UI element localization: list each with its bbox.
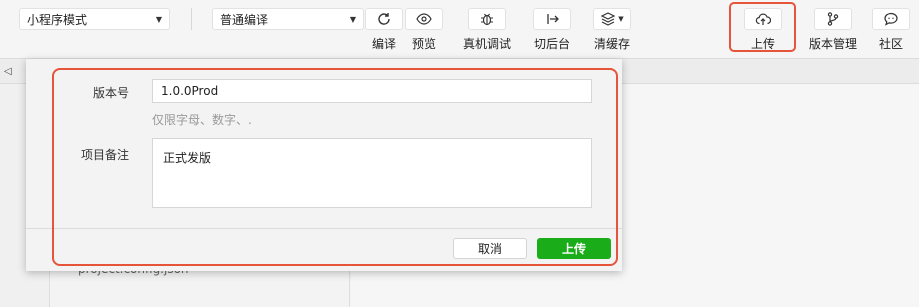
mode-select-value: 小程序模式 bbox=[27, 12, 88, 27]
remote-debug-button[interactable]: 真机调试 bbox=[463, 8, 511, 52]
chevron-down-icon: ▼ bbox=[618, 15, 624, 23]
bug-icon bbox=[481, 13, 493, 26]
preview-label: 预览 bbox=[411, 37, 436, 51]
clear-cache-label: 清缓存 bbox=[593, 37, 630, 51]
community-label: 社区 bbox=[878, 37, 903, 51]
community-button-box bbox=[872, 8, 910, 30]
compile-label: 编译 bbox=[371, 37, 396, 51]
remote-debug-button-box bbox=[468, 8, 506, 30]
refresh-icon bbox=[378, 13, 390, 25]
toolbar: 小程序模式 ▼ 普通编译 ▼ 编译 预览 真机调试 切后台 ▼ 清缓存 上传 版… bbox=[0, 0, 919, 58]
version-management-label: 版本管理 bbox=[809, 37, 858, 51]
background-button-box bbox=[533, 8, 571, 30]
compile-mode-select[interactable]: 普通编译 ▼ bbox=[212, 8, 364, 30]
switch-background-icon bbox=[547, 14, 559, 24]
mode-select[interactable]: 小程序模式 ▼ bbox=[19, 8, 170, 30]
version-management-button-box bbox=[814, 8, 852, 30]
chevron-down-icon: ▼ bbox=[155, 14, 162, 24]
upload-highlight-box bbox=[729, 2, 796, 52]
chevron-down-icon: ▼ bbox=[349, 14, 356, 24]
version-management-button[interactable]: 版本管理 bbox=[809, 8, 857, 52]
background-label: 切后台 bbox=[533, 37, 570, 51]
toolbar-divider bbox=[191, 8, 192, 30]
background-button[interactable]: 切后台 bbox=[533, 8, 571, 52]
compile-button-box bbox=[365, 8, 403, 30]
remote-debug-label: 真机调试 bbox=[463, 37, 512, 51]
branch-icon bbox=[827, 12, 839, 26]
clear-cache-button-box: ▼ bbox=[593, 8, 631, 30]
compile-button[interactable]: 编译 bbox=[365, 8, 403, 52]
community-button[interactable]: 社区 bbox=[872, 8, 910, 52]
preview-button[interactable]: 预览 bbox=[405, 8, 443, 52]
layers-icon bbox=[600, 12, 616, 26]
preview-button-box bbox=[405, 8, 443, 30]
eye-icon bbox=[416, 13, 432, 25]
clear-cache-button[interactable]: ▼ 清缓存 bbox=[593, 8, 631, 52]
speaker-icon[interactable]: ◁ bbox=[4, 66, 12, 77]
chat-bubble-icon bbox=[884, 12, 898, 26]
dialog-highlight-box bbox=[52, 68, 618, 266]
compile-mode-value: 普通编译 bbox=[220, 12, 269, 27]
